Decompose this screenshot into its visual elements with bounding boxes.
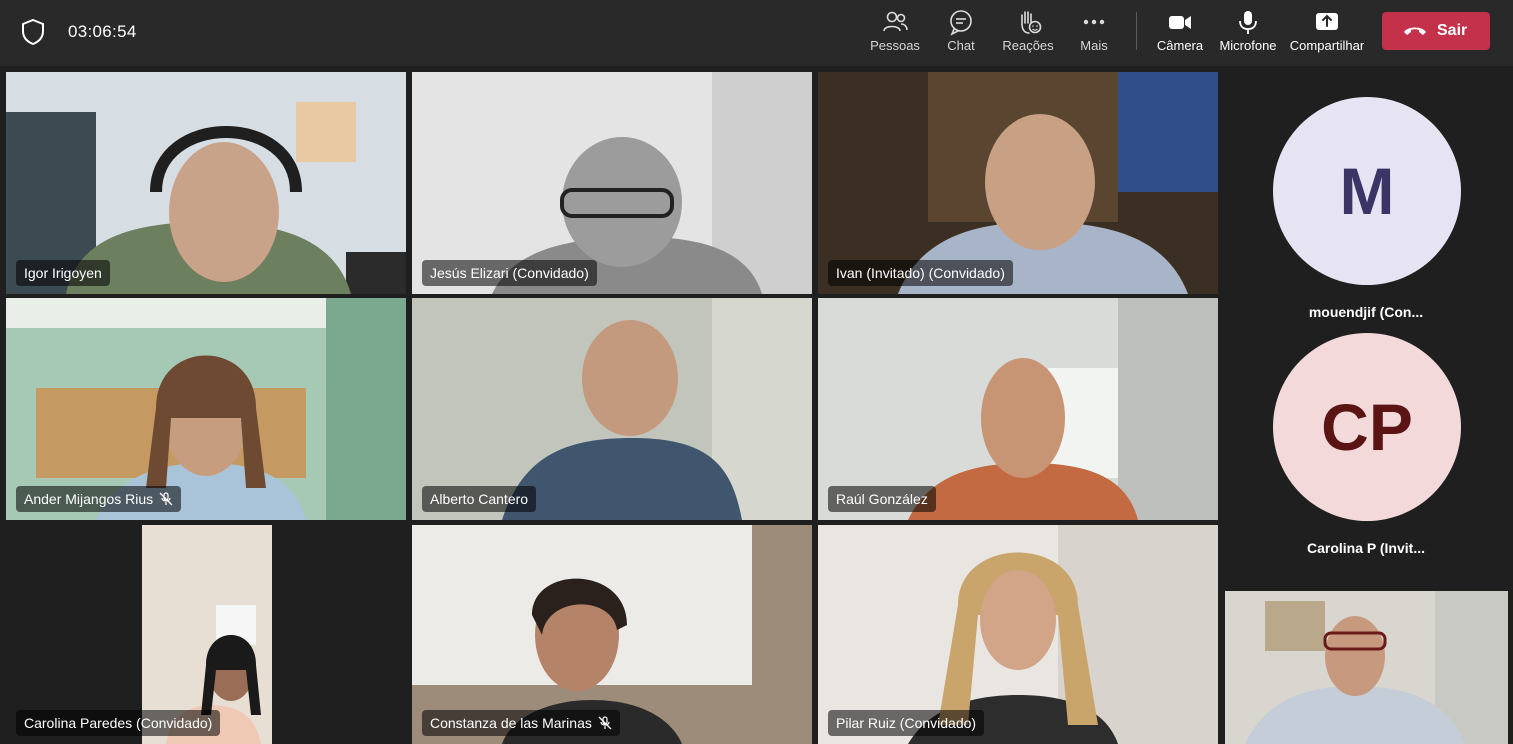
more-icon: [1083, 19, 1105, 25]
participant-name-tag: Alberto Cantero: [422, 486, 537, 512]
participant-name: Raúl González: [836, 491, 928, 507]
video-tile-active-speaker[interactable]: Jesús Elizari (Convidado): [412, 72, 812, 294]
video-tile[interactable]: Ander Mijangos Rius: [6, 298, 406, 520]
toolbar-divider: [1136, 12, 1137, 50]
camera-label: Câmera: [1156, 38, 1204, 53]
people-icon: [883, 11, 908, 32]
participant-name-tag: Ivan (Invitado) (Convidado): [828, 260, 1013, 286]
avatar-initials: CP: [1321, 390, 1413, 464]
people-button[interactable]: Pessoas: [866, 6, 924, 62]
participant-name: Ander Mijangos Rius: [24, 491, 154, 507]
participant-name-tag: Jesús Elizari (Convidado): [422, 260, 597, 286]
video-tile[interactable]: Ivan (Invitado) (Convidado): [818, 72, 1218, 294]
microphone-label: Microfone: [1219, 38, 1277, 53]
chat-label: Chat: [947, 38, 975, 53]
call-timer: 03:06:54: [68, 22, 137, 41]
share-screen-icon: [1316, 13, 1338, 30]
video-tile[interactable]: Raúl González: [818, 298, 1218, 520]
more-button[interactable]: Mais: [1074, 6, 1114, 62]
participant-name-tag: Constanza de las Marinas: [422, 710, 620, 736]
participant-name: Carolina P (Invit...: [1307, 540, 1425, 556]
participant-name: Pilar Ruiz (Convidado): [836, 715, 977, 731]
participant-name-tag: Ander Mijangos Rius: [16, 486, 182, 512]
participant-name: Alberto Cantero: [430, 491, 529, 507]
participant-name-tag: Raúl González: [828, 486, 936, 512]
participant-avatar[interactable]: CP: [1273, 333, 1461, 521]
microphone-button[interactable]: Microfone: [1216, 6, 1280, 62]
raise-hand-icon: [1021, 11, 1042, 34]
video-tile[interactable]: Carolina Paredes (Convidado): [6, 525, 406, 744]
people-label: Pessoas: [870, 38, 920, 53]
mic-off-icon: [598, 716, 612, 730]
share-label: Compartilhar: [1289, 38, 1365, 53]
video-feed: [1225, 591, 1508, 744]
reactions-button[interactable]: Reações: [1000, 6, 1056, 62]
participant-name: Constanza de las Marinas: [430, 715, 592, 731]
avatar-initials: M: [1339, 154, 1395, 228]
participant-name-tag: Igor Irigoyen: [16, 260, 110, 286]
leave-label: Sair: [1437, 22, 1468, 39]
participant-avatar[interactable]: M: [1273, 97, 1461, 285]
hang-up-icon: [1404, 27, 1426, 35]
participant-name-tag: Pilar Ruiz (Convidado): [828, 710, 985, 736]
participant-name: Jesús Elizari (Convidado): [430, 265, 589, 281]
participant-name-tag: Carolina Paredes (Convidado): [16, 710, 221, 736]
camera-button[interactable]: Câmera: [1154, 6, 1206, 62]
mic-off-icon: [159, 492, 173, 506]
chat-button[interactable]: Chat: [938, 6, 984, 62]
meeting-toolbar: 03:06:54 Pessoas Chat Reações Mais Câmer…: [0, 0, 1513, 66]
participant-name: Ivan (Invitado) (Convidado): [836, 265, 1005, 281]
video-tile[interactable]: Constanza de las Marinas: [412, 525, 812, 744]
chat-icon: [950, 10, 972, 36]
video-tile-active-speaker[interactable]: Pilar Ruiz (Convidado): [818, 525, 1218, 744]
self-view-video[interactable]: [1225, 591, 1508, 744]
shield-icon[interactable]: [20, 18, 46, 46]
share-button[interactable]: Compartilhar: [1288, 6, 1366, 62]
video-tile[interactable]: Alberto Cantero: [412, 298, 812, 520]
participant-name: mouendjif (Con...: [1308, 304, 1424, 320]
participant-name: Carolina Paredes (Convidado): [24, 715, 213, 731]
microphone-icon: [1239, 11, 1257, 34]
participant-name: Igor Irigoyen: [24, 265, 102, 281]
leave-button[interactable]: Sair: [1382, 12, 1490, 50]
more-label: Mais: [1080, 38, 1108, 53]
reactions-label: Reações: [1002, 38, 1054, 53]
camera-icon: [1169, 16, 1191, 29]
video-tile[interactable]: Igor Irigoyen: [6, 72, 406, 294]
